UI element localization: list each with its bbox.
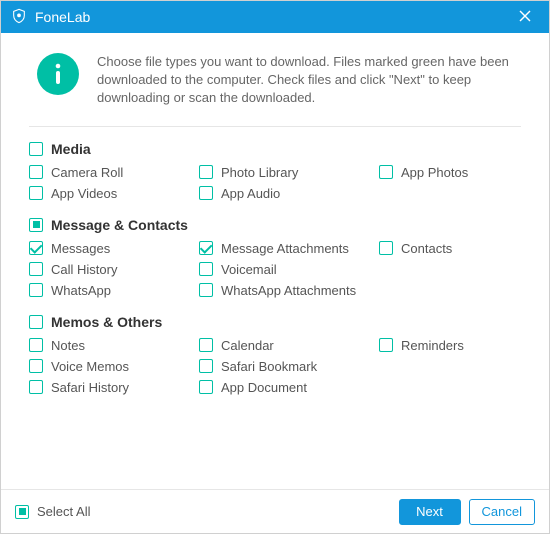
label-safari-bookmark: Safari Bookmark xyxy=(221,359,317,374)
info-icon xyxy=(37,53,79,95)
checkbox-reminders[interactable] xyxy=(379,338,393,352)
checkbox-app-document[interactable] xyxy=(199,380,213,394)
section-memos: Memos & Others Notes Calendar Reminders … xyxy=(29,314,521,395)
section-messages-grid: Messages Message Attachments Contacts Ca… xyxy=(29,241,521,298)
checkbox-voice-memos[interactable] xyxy=(29,359,43,373)
label-reminders: Reminders xyxy=(401,338,464,353)
label-contacts: Contacts xyxy=(401,241,452,256)
checkbox-notes[interactable] xyxy=(29,338,43,352)
label-whatsapp: WhatsApp xyxy=(51,283,111,298)
label-voicemail: Voicemail xyxy=(221,262,277,277)
window-title: FoneLab xyxy=(35,9,90,25)
label-app-photos: App Photos xyxy=(401,165,468,180)
close-button[interactable] xyxy=(511,3,539,31)
checkbox-photo-library[interactable] xyxy=(199,165,213,179)
section-media-title: Media xyxy=(51,141,91,157)
checkbox-messages-group[interactable] xyxy=(29,218,43,232)
checkbox-safari-bookmark[interactable] xyxy=(199,359,213,373)
label-call-history: Call History xyxy=(51,262,117,277)
label-camera-roll: Camera Roll xyxy=(51,165,123,180)
close-icon xyxy=(518,9,532,26)
checkbox-select-all[interactable] xyxy=(15,505,29,519)
checkbox-memos-group[interactable] xyxy=(29,315,43,329)
label-app-videos: App Videos xyxy=(51,186,117,201)
section-messages-title: Message & Contacts xyxy=(51,217,188,233)
section-memos-title: Memos & Others xyxy=(51,314,162,330)
checkbox-contacts[interactable] xyxy=(379,241,393,255)
label-calendar: Calendar xyxy=(221,338,274,353)
cancel-button[interactable]: Cancel xyxy=(469,499,535,525)
checkbox-call-history[interactable] xyxy=(29,262,43,276)
checkbox-app-photos[interactable] xyxy=(379,165,393,179)
label-messages: Messages xyxy=(51,241,110,256)
checkbox-message-attachments[interactable] xyxy=(199,241,213,255)
separator xyxy=(29,126,521,127)
label-select-all: Select All xyxy=(37,504,90,519)
label-voice-memos: Voice Memos xyxy=(51,359,129,374)
next-button[interactable]: Next xyxy=(399,499,461,525)
app-logo-icon xyxy=(11,8,27,27)
section-media: Media Camera Roll Photo Library App Phot… xyxy=(29,141,521,201)
titlebar: FoneLab xyxy=(1,1,549,33)
label-whatsapp-attachments: WhatsApp Attachments xyxy=(221,283,356,298)
checkbox-app-videos[interactable] xyxy=(29,186,43,200)
checkbox-messages[interactable] xyxy=(29,241,43,255)
section-memos-grid: Notes Calendar Reminders Voice Memos Saf… xyxy=(29,338,521,395)
checkbox-calendar[interactable] xyxy=(199,338,213,352)
checkbox-safari-history[interactable] xyxy=(29,380,43,394)
checkbox-whatsapp[interactable] xyxy=(29,283,43,297)
label-message-attachments: Message Attachments xyxy=(221,241,349,256)
checkbox-app-audio[interactable] xyxy=(199,186,213,200)
intro-text: Choose file types you want to download. … xyxy=(97,53,521,108)
label-app-document: App Document xyxy=(221,380,307,395)
content-area: Choose file types you want to download. … xyxy=(1,33,549,489)
checkbox-voicemail[interactable] xyxy=(199,262,213,276)
label-notes: Notes xyxy=(51,338,85,353)
checkbox-media-group[interactable] xyxy=(29,142,43,156)
label-photo-library: Photo Library xyxy=(221,165,298,180)
section-media-grid: Camera Roll Photo Library App Photos App… xyxy=(29,165,521,201)
label-app-audio: App Audio xyxy=(221,186,280,201)
dialog-window: FoneLab Choose file types you want to do… xyxy=(0,0,550,534)
footer: Select All Next Cancel xyxy=(1,489,549,533)
checkbox-camera-roll[interactable] xyxy=(29,165,43,179)
section-messages: Message & Contacts Messages Message Atta… xyxy=(29,217,521,298)
label-safari-history: Safari History xyxy=(51,380,129,395)
intro-row: Choose file types you want to download. … xyxy=(29,49,521,122)
checkbox-whatsapp-attachments[interactable] xyxy=(199,283,213,297)
